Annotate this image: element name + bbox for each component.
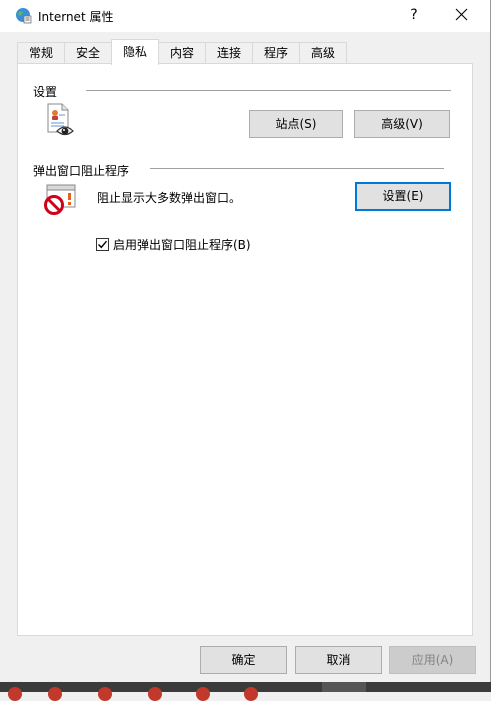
enable-popup-blocker-label[interactable]: 启用弹出窗口阻止程序(B) (113, 236, 251, 253)
help-button[interactable]: ? (396, 0, 432, 30)
sites-button[interactable]: 站点(S) (249, 110, 343, 138)
popup-blocked-icon (43, 184, 77, 216)
enable-popup-blocker-checkbox[interactable] (96, 238, 109, 251)
tab-connections[interactable]: 连接 (205, 42, 253, 63)
popup-blocker-description: 阻止显示大多数弹出窗口。 (97, 191, 242, 205)
checkmark-icon (98, 240, 108, 249)
tab-strip: 常规 安全 隐私 内容 连接 程序 高级 (17, 39, 477, 65)
taskbar-app-icon[interactable] (148, 687, 162, 701)
settings-group-label: 设置 (33, 85, 58, 99)
tab-advanced[interactable]: 高级 (299, 42, 347, 63)
taskbar-app-icon[interactable] (196, 687, 210, 701)
ok-button[interactable]: 确定 (200, 646, 287, 674)
tab-privacy[interactable]: 隐私 (111, 39, 159, 65)
popup-settings-button[interactable]: 设置(E) (355, 182, 451, 211)
popup-blocker-group-label: 弹出窗口阻止程序 (33, 164, 130, 178)
taskbar-app-icon[interactable] (98, 687, 112, 701)
close-icon (455, 8, 468, 21)
settings-group-divider (86, 90, 451, 91)
window-title: Internet 属性 (38, 10, 114, 24)
internet-options-icon (15, 7, 32, 24)
privacy-document-eye-icon (45, 102, 77, 138)
privacy-tab-panel: 设置 站点(S) 高级(V) 弹出窗口阻止程序 阻止显示大多数弹出窗口。 设置(… (17, 63, 473, 636)
taskbar-active-app[interactable] (322, 682, 366, 692)
advanced-settings-button[interactable]: 高级(V) (354, 110, 450, 138)
internet-properties-dialog: Internet 属性 ? 常规 安全 隐私 内容 连接 程序 高级 设置 站点… (0, 0, 491, 682)
tab-programs[interactable]: 程序 (252, 42, 300, 63)
tab-security[interactable]: 安全 (64, 42, 112, 63)
taskbar-app-icon[interactable] (244, 687, 258, 701)
taskbar (0, 682, 491, 701)
popup-blocker-group-divider (150, 168, 444, 169)
taskbar-app-icon[interactable] (8, 687, 22, 701)
title-bar[interactable]: Internet 属性 ? (0, 0, 490, 32)
cancel-button[interactable]: 取消 (295, 646, 382, 674)
close-button[interactable] (444, 0, 480, 30)
apply-button[interactable]: 应用(A) (389, 646, 476, 674)
tab-general[interactable]: 常规 (17, 42, 65, 63)
tab-content[interactable]: 内容 (158, 42, 206, 63)
taskbar-app-icon[interactable] (48, 687, 62, 701)
